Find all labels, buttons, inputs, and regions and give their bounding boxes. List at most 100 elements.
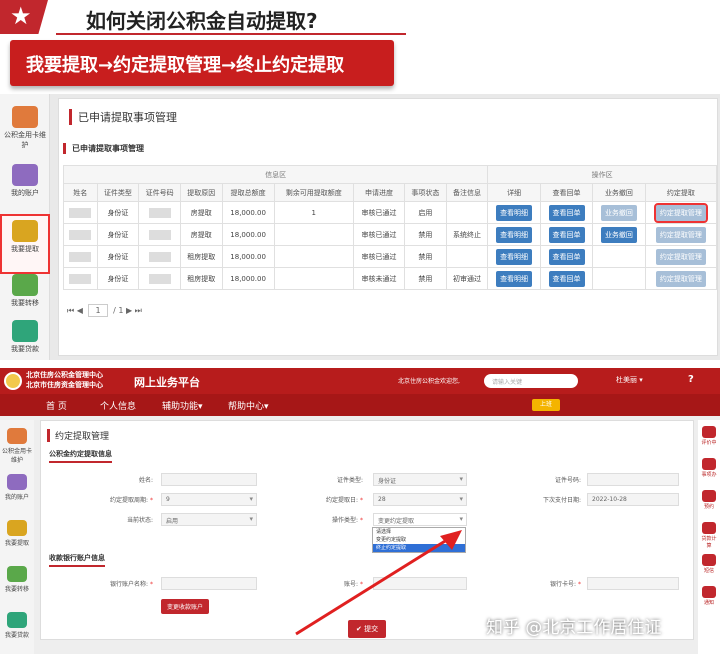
search-input[interactable]: 请输入关键 bbox=[484, 374, 578, 388]
redacted-idno bbox=[138, 245, 181, 268]
right-item-notice[interactable]: 通知 bbox=[700, 586, 718, 606]
acct-name-field[interactable] bbox=[161, 577, 257, 590]
col-header: 查看回单 bbox=[539, 183, 594, 202]
group-ops: 操作区 bbox=[487, 165, 717, 184]
col-header: 事项状态 bbox=[404, 183, 447, 202]
card-field[interactable] bbox=[587, 577, 679, 590]
col-header: 提取总额度 bbox=[221, 183, 275, 202]
steps-text: 我要提取→约定提取管理→终止约定提取 bbox=[26, 55, 345, 76]
day-select[interactable]: 28 bbox=[373, 493, 467, 506]
right-item-affairs[interactable]: 事项办 bbox=[700, 458, 718, 478]
withdraw-business-button[interactable]: 业务撤回 bbox=[600, 204, 637, 221]
cell-idtype: 身份证 bbox=[96, 201, 140, 224]
user-menu[interactable]: 杜美丽 ▾ bbox=[616, 375, 643, 385]
nav-home[interactable]: 首 页 bbox=[46, 399, 67, 412]
col-header: 提取原因 bbox=[179, 183, 223, 202]
right-label: 贷款计算 bbox=[701, 536, 717, 549]
cell-total: 18,000.00 bbox=[221, 223, 275, 246]
table-row: 身份证 租房提取 18,000.00 审核已通过 禁用 查看明细 查看回单 约定… bbox=[63, 245, 718, 268]
card-icon bbox=[7, 428, 27, 444]
sidebar-item-transfer[interactable]: 我要转移 bbox=[1, 562, 33, 608]
idtype-select[interactable]: 身份证 bbox=[373, 473, 467, 486]
cell-idtype: 身份证 bbox=[96, 267, 140, 290]
col-header: 证件号码 bbox=[138, 183, 181, 202]
next-page-icon[interactable]: ▶ bbox=[126, 306, 132, 315]
cell-empty bbox=[592, 245, 646, 268]
coins-icon bbox=[12, 220, 38, 242]
view-detail-button[interactable]: 查看明细 bbox=[496, 226, 533, 243]
cell-reason: 房提取 bbox=[179, 201, 223, 224]
cell-status: 禁用 bbox=[404, 223, 447, 246]
agreed-withdraw-manage-button[interactable]: 约定提取管理 bbox=[655, 226, 706, 243]
agreed-withdraw-manage-button[interactable]: 约定提取管理 bbox=[655, 248, 706, 265]
view-detail-button[interactable]: 查看明细 bbox=[496, 248, 533, 265]
sidebar-label: 我的账户 bbox=[4, 494, 29, 501]
sidebar-label: 我要转移 bbox=[4, 586, 29, 593]
nav-help-center[interactable]: 帮助中心▾ bbox=[228, 399, 269, 412]
calendar-icon bbox=[702, 490, 716, 502]
sidebar-label: 我要转移 bbox=[11, 299, 39, 307]
right-item-calculator[interactable]: 贷款计算 bbox=[700, 522, 718, 549]
coins-icon bbox=[7, 520, 27, 536]
agreed-withdraw-manage-button[interactable]: 约定提取管理 bbox=[653, 202, 708, 223]
right-item-booking[interactable]: 预约 bbox=[700, 490, 718, 510]
sidebar-item-account[interactable]: 我的账户 bbox=[1, 470, 33, 516]
sidebar-label: 我要提取 bbox=[4, 540, 29, 547]
redacted-name bbox=[63, 245, 98, 268]
evaluate-icon bbox=[702, 426, 716, 438]
cell-reason: 租房提取 bbox=[179, 267, 223, 290]
money-icon bbox=[12, 320, 38, 342]
right-item-evaluate[interactable]: 评价中 bbox=[700, 426, 718, 446]
sidebar-item-account[interactable]: 我的账户 bbox=[2, 160, 48, 216]
help-icon[interactable]: ? bbox=[688, 374, 694, 385]
view-receipt-button[interactable]: 查看回单 bbox=[548, 204, 585, 221]
cell-remain: 1 bbox=[273, 201, 354, 224]
right-item-sms[interactable]: 短信 bbox=[700, 554, 718, 574]
right-sidebar: 评价中 事项办 预约 贷款计算 短信 通知 bbox=[698, 420, 720, 654]
redacted-name bbox=[63, 223, 98, 246]
view-detail-button[interactable]: 查看明细 bbox=[496, 204, 533, 221]
panel-title: 已申请提取事项管理 bbox=[69, 109, 177, 125]
state-select[interactable]: 启用 bbox=[161, 513, 257, 526]
sidebar: 公积金用卡维护 我的账户 我要提取 我要转移 我要贷款 bbox=[0, 94, 50, 360]
section-withdraw-info: 公积金约定提取信息 bbox=[49, 449, 112, 463]
name-label: 姓名: bbox=[138, 477, 153, 484]
right-label: 事项办 bbox=[701, 472, 717, 478]
sidebar-item-loan[interactable]: 我要贷款 bbox=[1, 608, 33, 654]
screenshot-applied-withdrawals: 公积金用卡维护 我的账户 我要提取 我要转移 我要贷款 已申请提取事项管理 已申… bbox=[0, 94, 720, 360]
watermark: 知乎 @北京工作居住证 bbox=[486, 618, 662, 638]
cell-remark: 初审通过 bbox=[445, 267, 489, 290]
nav-tools[interactable]: 辅助功能▾ bbox=[162, 399, 203, 412]
view-receipt-button[interactable]: 查看回单 bbox=[548, 248, 585, 265]
right-label: 评价中 bbox=[701, 440, 717, 446]
sidebar-item-withdraw[interactable]: 我要提取 bbox=[1, 516, 33, 562]
withdrawal-table: 信息区 操作区 姓名 证件类型 证件号码 提取原因 提取总额度 剩余可用提取额度… bbox=[62, 165, 718, 290]
table-header: 姓名 证件类型 证件号码 提取原因 提取总额度 剩余可用提取额度 申请进度 事项… bbox=[63, 183, 718, 202]
idno-label: 证件号码: bbox=[554, 477, 581, 484]
view-receipt-button[interactable]: 查看回单 bbox=[548, 226, 585, 243]
page-input[interactable]: 1 bbox=[88, 304, 108, 317]
last-page-icon[interactable]: ⏭ bbox=[135, 306, 142, 315]
next-date-field: 2022-10-28 bbox=[587, 493, 679, 506]
sidebar-item-card[interactable]: 公积金用卡维护 bbox=[1, 424, 33, 470]
sidebar-item-card[interactable]: 公积金用卡维护 bbox=[2, 102, 48, 158]
cycle-select[interactable]: 9 bbox=[161, 493, 257, 506]
view-receipt-button[interactable]: 查看回单 bbox=[548, 270, 585, 287]
agreed-withdraw-manage-button[interactable]: 约定提取管理 bbox=[655, 270, 706, 287]
nav-personal-info[interactable]: 个人信息 bbox=[100, 399, 136, 412]
col-header: 申请进度 bbox=[352, 183, 406, 202]
view-detail-button[interactable]: 查看明细 bbox=[496, 270, 533, 287]
sidebar-item-loan[interactable]: 我要贷款 bbox=[2, 316, 48, 372]
prev-page-icon[interactable]: ◀ bbox=[77, 306, 83, 315]
withdraw-business-button[interactable]: 业务撤回 bbox=[600, 226, 637, 243]
sidebar-item-withdraw[interactable]: 我要提取 bbox=[0, 214, 50, 274]
first-page-icon[interactable]: ⏮ bbox=[67, 306, 74, 315]
cell-total: 18,000.00 bbox=[221, 201, 275, 224]
page-title: 如何关闭公积金自动提取? bbox=[86, 9, 318, 33]
state-label: 当前状态: bbox=[126, 517, 153, 524]
cell-progress: 审核已通过 bbox=[352, 245, 406, 268]
change-account-button[interactable]: 变更收款账户 bbox=[161, 599, 210, 614]
cycle-label: 约定提取周期: * bbox=[110, 497, 153, 504]
cell-reason: 房提取 bbox=[179, 223, 223, 246]
sidebar-label: 我要提取 bbox=[11, 245, 39, 253]
